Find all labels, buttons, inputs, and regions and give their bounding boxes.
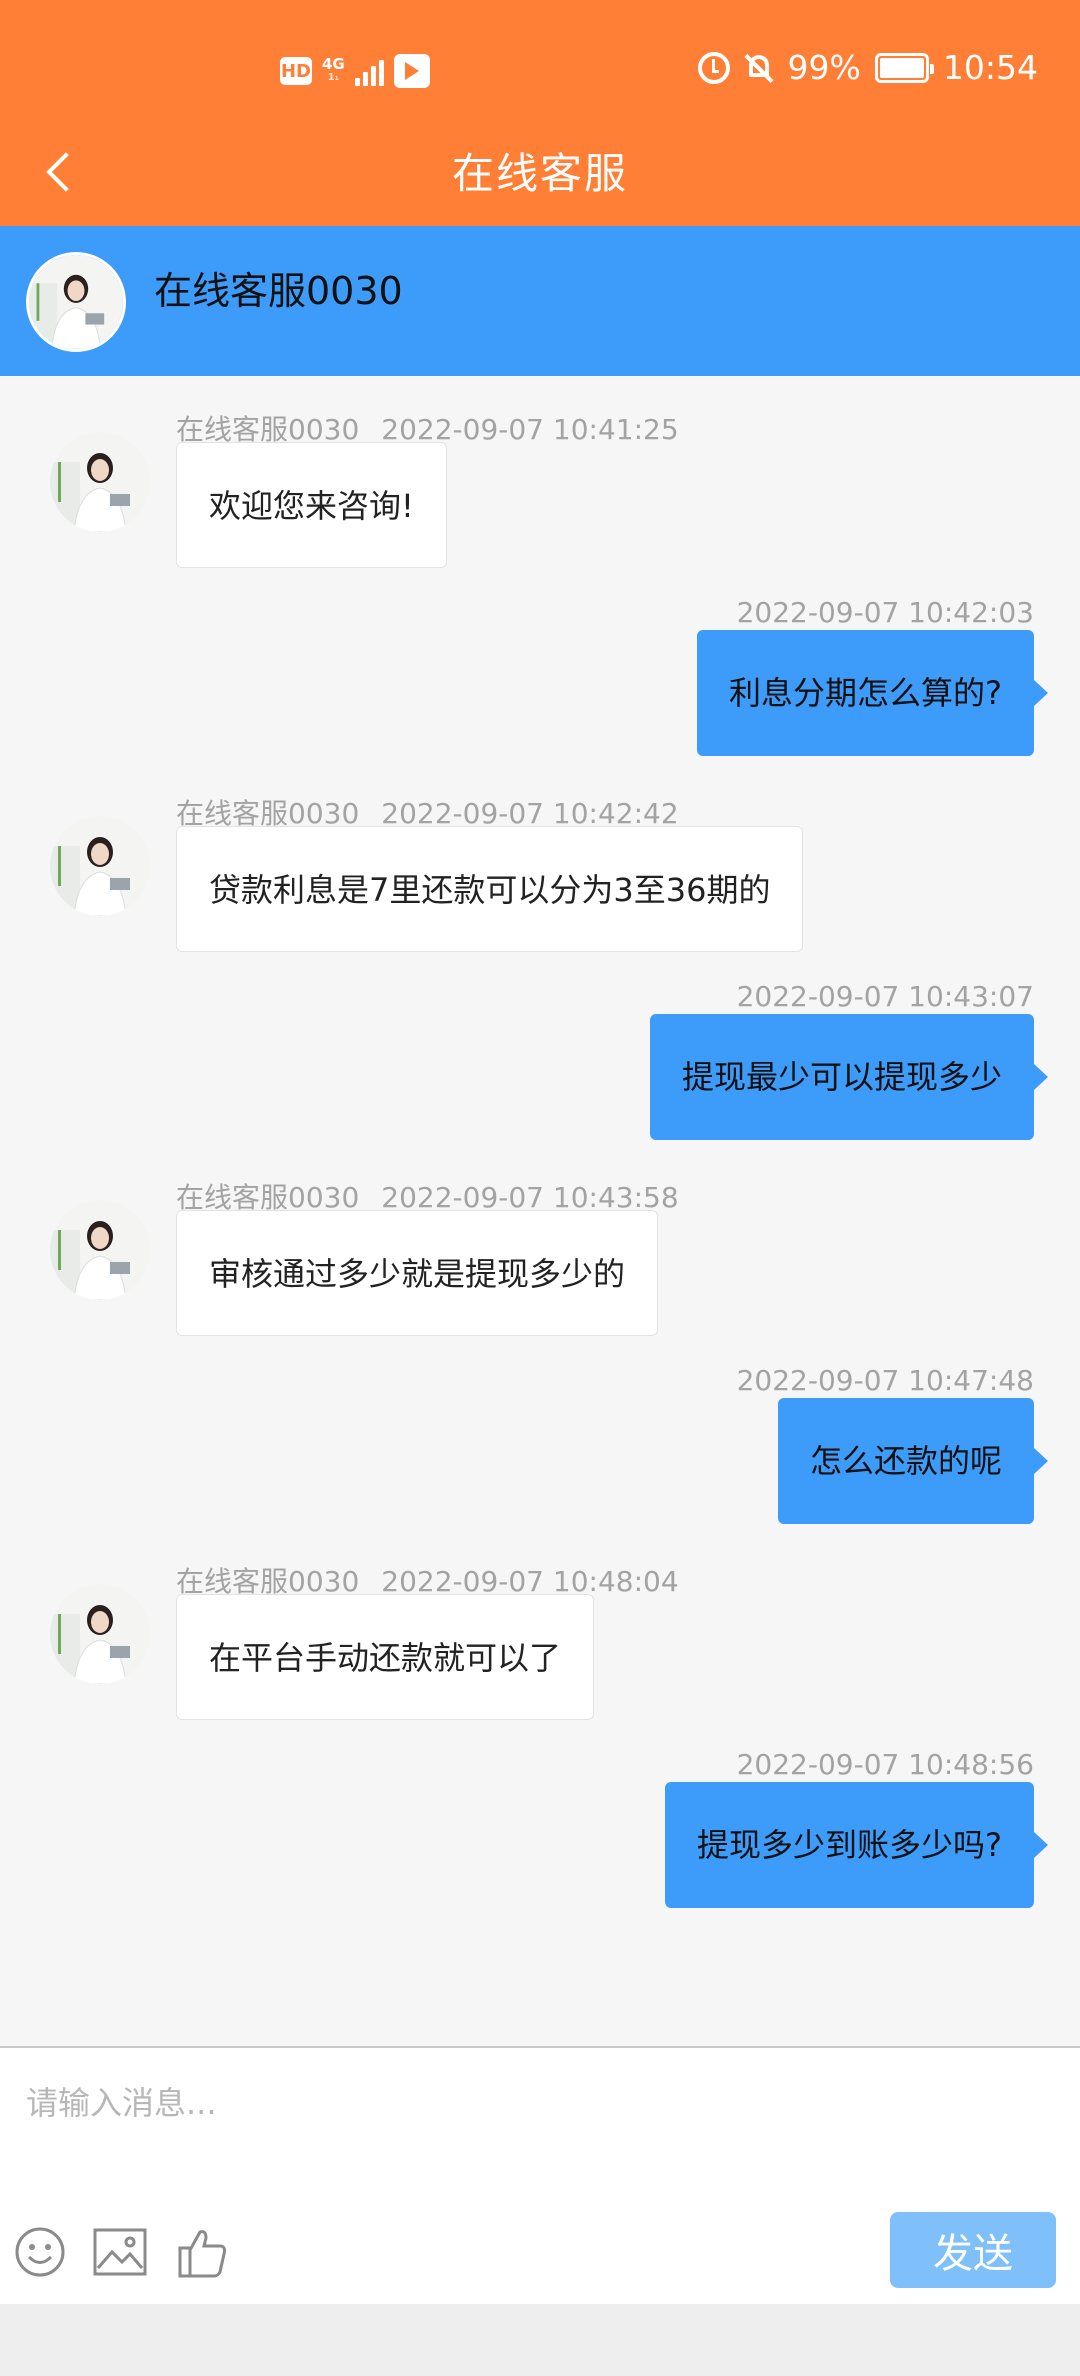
battery-icon bbox=[874, 52, 934, 83]
message-row-user: 2022-09-07 10:43:07 提现最少可以提现多少 bbox=[0, 980, 1080, 1194]
user-message-bubble[interactable]: 怎么还款的呢 bbox=[777, 1398, 1049, 1524]
message-row-agent: 在线客服0030 2022-09-07 10:42:42 贷款利息是7里还款可以分为… bbox=[0, 797, 1080, 1002]
nav-bar: 在线客服 bbox=[0, 130, 1080, 210]
page-title: 在线客服 bbox=[451, 149, 628, 198]
agent-info-bar: 在线客服0030 bbox=[0, 226, 1080, 376]
agent-avatar[interactable] bbox=[50, 816, 150, 916]
chat-message-list[interactable]: 在线客服0030 2022-09-07 10:41:25 欢迎您来咨询! 2022-0… bbox=[0, 376, 1080, 2046]
agent-photo-icon bbox=[50, 1584, 150, 1684]
signal-icon bbox=[354, 56, 384, 86]
message-timestamp: 2022-09-07 10:43:07 bbox=[736, 980, 1034, 1013]
message-row-agent: 在线客服0030 2022-09-07 10:41:25 欢迎您来咨询! bbox=[0, 413, 1080, 618]
agent-avatar[interactable] bbox=[50, 1200, 150, 1300]
user-message-bubble[interactable]: 提现最少可以提现多少 bbox=[649, 1014, 1049, 1140]
network-subtype: 1₁ bbox=[327, 72, 340, 83]
send-button[interactable]: 发送 bbox=[890, 2212, 1056, 2288]
agent-photo-icon bbox=[29, 255, 123, 349]
network-icon: 4G 1₁ bbox=[322, 57, 345, 85]
status-bar: HD 4G 1₁ 99% 10:54 bbox=[0, 48, 1080, 102]
agent-message-bubble[interactable]: 贷款利息是7里还款可以分为3至36期的 bbox=[176, 826, 804, 952]
bottom-system-strip bbox=[0, 2304, 1080, 2376]
status-time: 10:54 bbox=[942, 48, 1038, 87]
status-left: HD 4G 1₁ bbox=[280, 54, 430, 88]
status-right: 99% 10:54 bbox=[697, 48, 1038, 87]
message-row-user: 2022-09-07 10:47:48 怎么还款的呢 bbox=[0, 1364, 1080, 1578]
composer-panel: 发送 bbox=[0, 2046, 1080, 2304]
app-header: HD 4G 1₁ 99% 10:54 在线客服 bbox=[0, 0, 1080, 226]
network-type: 4G bbox=[322, 55, 345, 73]
agent-message-bubble[interactable]: 欢迎您来咨询! bbox=[176, 442, 447, 568]
message-row-user: 2022-09-07 10:48:56 提现多少到账多少吗? bbox=[0, 1748, 1080, 1962]
message-timestamp: 2022-09-07 10:47:48 bbox=[736, 1364, 1034, 1397]
emoji-icon[interactable] bbox=[12, 2224, 68, 2280]
alarm-icon bbox=[697, 51, 730, 84]
message-input[interactable] bbox=[0, 2048, 1080, 2158]
notification-app-icon bbox=[393, 54, 430, 88]
user-message-bubble[interactable]: 利息分期怎么算的? bbox=[697, 630, 1048, 756]
message-row-agent: 在线客服0030 2022-09-07 10:48:04 在平台手动还款就可以了 bbox=[0, 1565, 1080, 1770]
agent-name: 在线客服0030 bbox=[154, 269, 403, 313]
agent-message-bubble[interactable]: 审核通过多少就是提现多少的 bbox=[176, 1210, 659, 1336]
agent-photo-icon bbox=[50, 1200, 150, 1300]
hd-icon: HD bbox=[280, 57, 312, 85]
agent-message-bubble[interactable]: 在平台手动还款就可以了 bbox=[176, 1594, 595, 1720]
agent-photo-icon bbox=[50, 432, 150, 532]
image-icon[interactable] bbox=[92, 2224, 148, 2280]
message-timestamp: 2022-09-07 10:48:56 bbox=[736, 1748, 1034, 1781]
agent-photo-icon bbox=[50, 816, 150, 916]
battery-percentage: 99% bbox=[787, 48, 861, 87]
mute-bell-icon bbox=[744, 53, 774, 83]
agent-avatar[interactable] bbox=[50, 1584, 150, 1684]
agent-avatar[interactable] bbox=[50, 432, 150, 532]
message-timestamp: 2022-09-07 10:42:03 bbox=[736, 596, 1034, 629]
agent-avatar[interactable] bbox=[26, 252, 126, 352]
message-row-user: 2022-09-07 10:42:03 利息分期怎么算的? bbox=[0, 596, 1080, 810]
message-row-agent: 在线客服0030 2022-09-07 10:43:58 审核通过多少就是提现多少的 bbox=[0, 1181, 1080, 1386]
user-message-bubble[interactable]: 提现多少到账多少吗? bbox=[665, 1782, 1048, 1908]
thumbs-up-icon[interactable] bbox=[174, 2224, 230, 2280]
